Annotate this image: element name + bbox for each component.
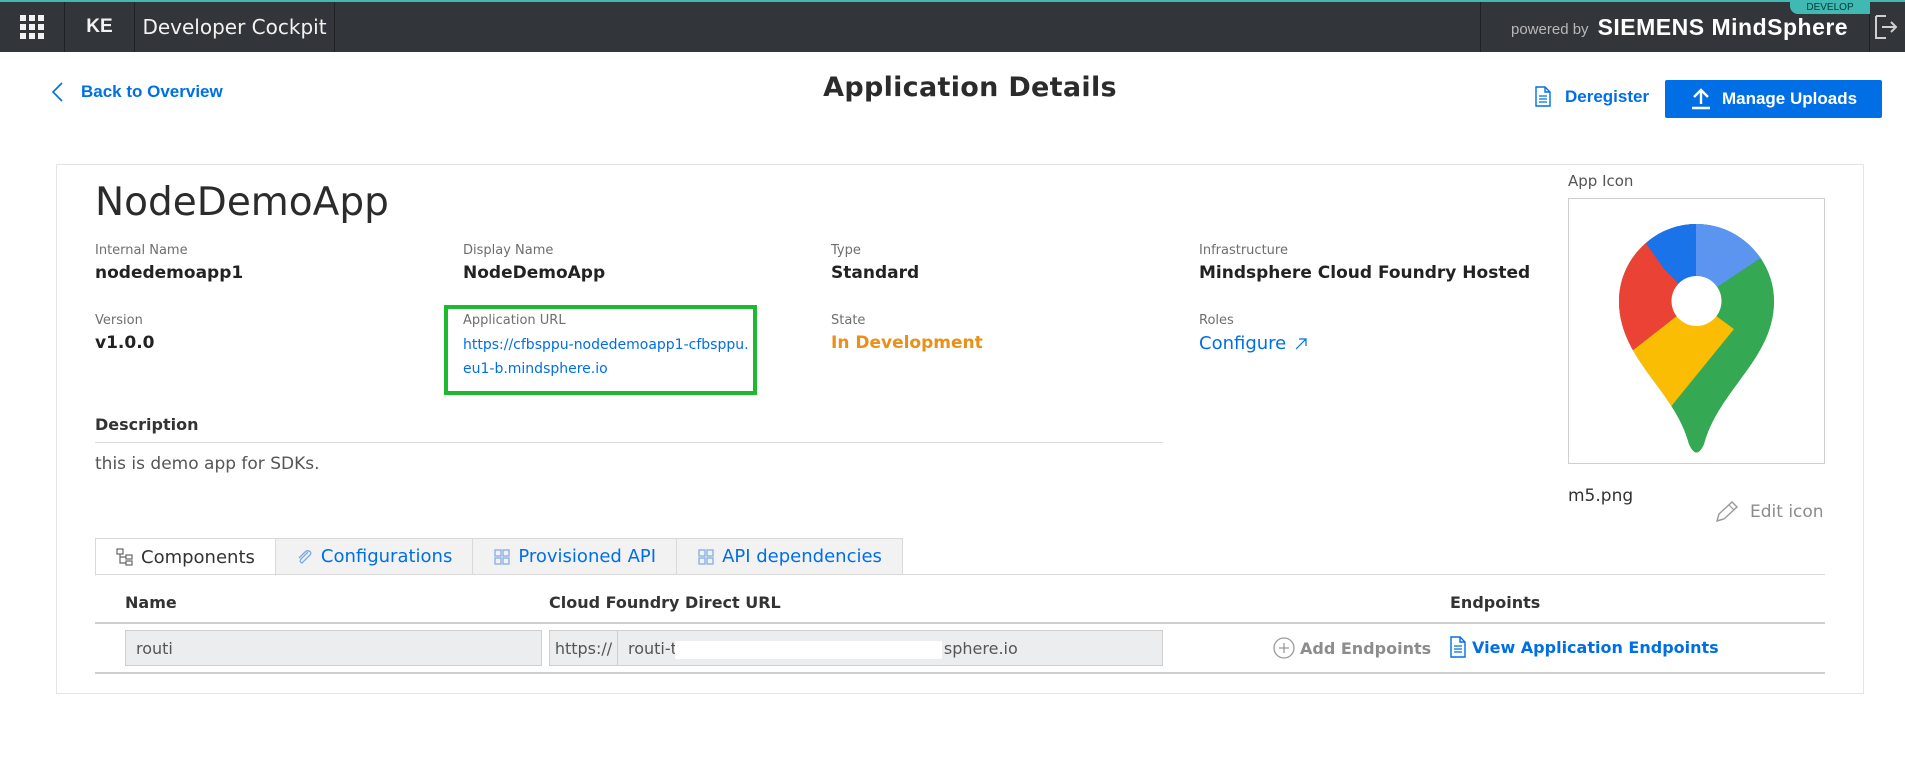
description-divider xyxy=(95,442,1163,443)
url-prefix: https:// xyxy=(549,630,618,666)
logout-icon[interactable] xyxy=(1872,14,1905,42)
tab-api-dependencies-label: API dependencies xyxy=(722,546,882,567)
state-label: State xyxy=(831,313,866,328)
external-link-icon xyxy=(1295,337,1307,349)
description-text: this is demo app for SDKs. xyxy=(95,454,320,474)
tab-components[interactable]: Components xyxy=(95,538,276,576)
roles-field: Roles Configure xyxy=(1199,313,1308,354)
description-heading: Description xyxy=(95,415,199,434)
view-endpoints-label: View Application Endpoints xyxy=(1472,637,1719,657)
map-pin-icon xyxy=(1619,224,1774,453)
cf-url-end: sphere.io xyxy=(943,638,1018,658)
application-url-field: Application URL https://cfbsppu-nodedemo… xyxy=(463,313,753,381)
column-header-endpoints: Endpoints xyxy=(1450,593,1541,612)
internal-name-value: nodedemoapp1 xyxy=(95,263,244,283)
version-label: Version xyxy=(95,313,143,328)
manage-uploads-button[interactable]: Manage Uploads xyxy=(1665,80,1882,118)
deregister-button[interactable]: Deregister xyxy=(1535,86,1649,107)
api-grid-icon xyxy=(494,548,510,565)
display-name-label: Display Name xyxy=(463,243,554,258)
application-url-label: Application URL xyxy=(463,313,566,328)
app-launcher-icon[interactable] xyxy=(0,2,65,52)
column-header-cf-url: Cloud Foundry Direct URL xyxy=(549,593,781,612)
upload-icon xyxy=(1691,88,1710,110)
app-icon-label: App Icon xyxy=(1568,172,1634,190)
table-header-divider xyxy=(95,622,1825,624)
api-grid-icon xyxy=(698,548,714,565)
column-header-name: Name xyxy=(125,593,177,612)
display-name-value: NodeDemoApp xyxy=(463,263,606,283)
app-icon-preview xyxy=(1568,198,1825,464)
top-bar: KE Developer Cockpit powered by SIEMENS … xyxy=(0,0,1905,52)
display-name-field: Display Name NodeDemoApp xyxy=(463,243,605,283)
component-name-field[interactable]: routi xyxy=(125,630,542,666)
type-field: Type Standard xyxy=(831,243,919,283)
add-endpoints-button[interactable]: Add Endpoints xyxy=(1272,636,1431,660)
app-name-heading: NodeDemoApp xyxy=(95,180,389,225)
internal-name-label: Internal Name xyxy=(95,243,188,258)
infrastructure-value: Mindsphere Cloud Foundry Hosted xyxy=(1199,263,1531,283)
tabs-divider xyxy=(95,574,1825,575)
tab-provisioned-api[interactable]: Provisioned API xyxy=(472,538,678,575)
configure-label: Configure xyxy=(1199,333,1287,354)
state-value: In Development xyxy=(831,333,983,353)
edit-icon-label: Edit icon xyxy=(1750,502,1824,522)
document-icon xyxy=(1535,86,1551,107)
environment-tag: DEVELOP xyxy=(1790,2,1870,14)
table-row-divider xyxy=(95,672,1825,674)
configure-roles-link[interactable]: Configure xyxy=(1199,333,1308,354)
internal-name-field: Internal Name nodedemoapp1 xyxy=(95,243,243,283)
application-url-link[interactable]: https://cfbsppu-nodedemoapp1-cfbsppu.eu1… xyxy=(463,333,753,381)
app-title[interactable]: Developer Cockpit xyxy=(135,2,335,52)
add-endpoints-label: Add Endpoints xyxy=(1300,638,1432,658)
manage-uploads-label: Manage Uploads xyxy=(1721,89,1858,108)
version-field: Version v1.0.0 xyxy=(95,313,154,353)
tab-provisioned-api-label: Provisioned API xyxy=(518,546,657,567)
roles-label: Roles xyxy=(1199,313,1234,328)
infrastructure-field: Infrastructure Mindsphere Cloud Foundry … xyxy=(1199,243,1530,283)
version-value: v1.0.0 xyxy=(95,333,155,353)
type-value: Standard xyxy=(831,263,920,283)
state-field: State In Development xyxy=(831,313,983,353)
pencil-icon xyxy=(1715,501,1739,523)
tab-configurations[interactable]: Configurations xyxy=(274,538,474,575)
type-label: Type xyxy=(831,243,861,258)
powered-by-label: powered by xyxy=(1511,20,1589,38)
details-tabs: Components Configurations Provisioned AP… xyxy=(95,538,903,576)
brand-logo: SIEMENS MindSphere xyxy=(1597,13,1849,40)
hierarchy-icon xyxy=(116,548,133,566)
tab-configurations-label: Configurations xyxy=(320,546,453,567)
deregister-label: Deregister xyxy=(1565,86,1650,106)
tab-components-label: Components xyxy=(141,546,255,568)
app-icon-filename: m5.png xyxy=(1568,486,1634,506)
edit-icon-button[interactable]: Edit icon xyxy=(1714,500,1824,524)
tenant-badge[interactable]: KE xyxy=(65,2,135,52)
paperclip-icon xyxy=(298,549,312,564)
tab-api-dependencies[interactable]: API dependencies xyxy=(676,538,903,575)
view-application-endpoints-link[interactable]: View Application Endpoints xyxy=(1450,636,1719,658)
redaction-block xyxy=(675,641,942,659)
document-icon xyxy=(1450,636,1466,658)
plus-circle-icon xyxy=(1273,637,1295,659)
cf-url-start: routi-t xyxy=(628,638,677,658)
infrastructure-label: Infrastructure xyxy=(1199,243,1288,258)
